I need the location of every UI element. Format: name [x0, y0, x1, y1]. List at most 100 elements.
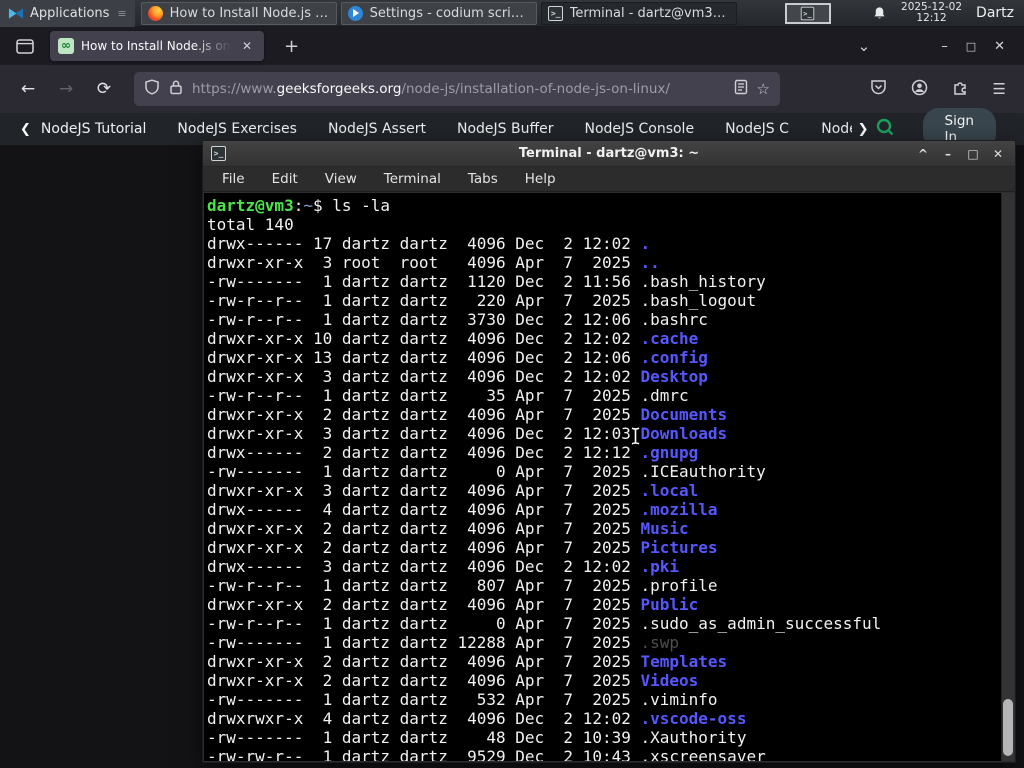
forward-button[interactable]: → — [50, 73, 82, 105]
codium-icon — [348, 5, 364, 21]
firefox-view-icon[interactable] — [10, 33, 40, 59]
terminal-line: drwxr-xr-x 2 dartz dartz 4096 Apr 7 2025… — [207, 671, 699, 690]
terminal-close-button[interactable]: ✕ — [989, 145, 1007, 163]
nav-link-nodejs-assert[interactable]: NodeJS Assert — [328, 121, 426, 137]
site-nav-links: NodeJS Tutorial NodeJS Exercises NodeJS As… — [41, 121, 790, 137]
terminal-line: -rw------- 1 dartz dartz 48 Dec 2 10:39 … — [207, 728, 747, 747]
terminal-window-icon: >_ — [211, 146, 226, 161]
terminal-line: drwxr-xr-x 2 dartz dartz 4096 Apr 7 2025… — [207, 519, 689, 538]
terminal-menu-bar: File Edit View Terminal Tabs Help — [203, 167, 1015, 192]
terminal-line: drwx------ 4 dartz dartz 4096 Apr 7 2025… — [207, 500, 718, 519]
distro-logo-icon — [8, 5, 24, 21]
hamburger-menu-icon[interactable]: ☰ — [993, 80, 1006, 98]
tab-close-icon[interactable]: ✕ — [238, 37, 256, 55]
firefox-tab-bar: ∞ How to Install Node.js on ✕ + ⌄ – □ ✕ — [0, 27, 1024, 65]
tracking-shield-icon[interactable] — [144, 79, 160, 99]
nav-link-nodejs-exercises[interactable]: NodeJS Exercises — [177, 121, 297, 137]
terminal-line: -rw------- 1 dartz dartz 0 Apr 7 2025 .I… — [207, 462, 766, 481]
terminal-line: drwxr-xr-x 2 dartz dartz 4096 Apr 7 2025… — [207, 405, 728, 424]
nav-link-nodejs-buffer[interactable]: NodeJS Buffer — [457, 121, 554, 137]
terminal-line: -rw-r--r-- 1 dartz dartz 3730 Dec 2 12:0… — [207, 310, 708, 329]
taskbar-button-codium[interactable]: Settings - codium script... — [340, 1, 537, 25]
desktop-panel: Applications ≡ How to Install Node.js o.… — [0, 0, 1024, 27]
terminal-body[interactable]: dartz@vm3:~$ ls -la total 140 drwx------ 1… — [204, 193, 1014, 761]
terminal-line: -rw------- 1 dartz dartz 532 Apr 7 2025 … — [207, 690, 718, 709]
terminal-screen[interactable]: dartz@vm3:~$ ls -la total 140 drwx------ 1… — [204, 193, 1001, 761]
terminal-line: drwxr-xr-x 2 dartz dartz 4096 Apr 7 2025… — [207, 652, 728, 671]
address-bar[interactable]: https://www.geeksforgeeks.org/node-js/in… — [134, 72, 780, 106]
terminal-scrollbar-thumb[interactable] — [1003, 699, 1013, 756]
nav-scroll-right-icon[interactable]: ❯ — [852, 122, 875, 137]
geeksforgeeks-favicon: ∞ — [58, 38, 74, 54]
terminal-line: drwxr-xr-x 3 dartz dartz 4096 Apr 7 2025… — [207, 481, 699, 500]
terminal-title-bar[interactable]: >_ Terminal - dartz@vm3: ~ ^ – □ ✕ — [203, 141, 1015, 167]
terminal-line: drwx------ 3 dartz dartz 4096 Dec 2 12:0… — [207, 557, 680, 576]
panel-username[interactable]: Dartz — [976, 5, 1014, 21]
pocket-icon[interactable] — [870, 79, 887, 99]
terminal-line: -rw-r--r-- 1 dartz dartz 35 Apr 7 2025 .… — [207, 386, 689, 405]
terminal-line: drwxr-xr-x 13 dartz dartz 4096 Dec 2 12:… — [207, 348, 708, 367]
lock-icon[interactable] — [169, 79, 183, 99]
panel-separator-icon: ≡ — [117, 6, 127, 20]
search-icon[interactable] — [875, 117, 895, 141]
browser-maximize-button[interactable]: □ — [957, 38, 985, 55]
applications-menu-button[interactable]: Applications ≡ — [0, 0, 135, 27]
terminal-line: drwxr-xr-x 3 root root 4096 Apr 7 2025 .… — [207, 253, 660, 272]
browser-close-button[interactable]: ✕ — [985, 37, 1014, 56]
terminal-line: drwxr-xr-x 3 dartz dartz 4096 Dec 2 12:0… — [207, 424, 728, 443]
panel-clock[interactable]: 2025-12-02 12:12 — [901, 2, 962, 24]
menu-item-tabs[interactable]: Tabs — [468, 171, 498, 187]
tab-title: How to Install Node.js on — [81, 39, 231, 53]
account-icon[interactable] — [911, 79, 928, 100]
applications-label: Applications — [30, 5, 110, 21]
browser-tab-active[interactable]: ∞ How to Install Node.js on ✕ — [50, 31, 264, 61]
terminal-line: drwx------ 17 dartz dartz 4096 Dec 2 12:… — [207, 234, 651, 253]
nav-link-nodejs-tutorial[interactable]: NodeJS Tutorial — [41, 121, 146, 137]
menu-item-help[interactable]: Help — [525, 171, 556, 187]
nav-scroll-left-icon[interactable]: ❮ — [14, 122, 37, 137]
terminal-line: -rw------- 1 dartz dartz 1120 Dec 2 11:5… — [207, 272, 766, 291]
notification-bell-icon[interactable] — [871, 5, 887, 21]
menu-item-terminal[interactable]: Terminal — [384, 171, 441, 187]
list-all-tabs-icon[interactable]: ⌄ — [858, 37, 871, 55]
terminal-line: -rw------- 1 dartz dartz 12288 Apr 7 202… — [207, 633, 680, 652]
terminal-line: drwxr-xr-x 3 dartz dartz 4096 Dec 2 12:0… — [207, 367, 708, 386]
menu-item-edit[interactable]: Edit — [272, 171, 298, 187]
terminal-window-title: Terminal - dartz@vm3: ~ — [518, 146, 700, 161]
terminal-window: >_ Terminal - dartz@vm3: ~ ^ – □ ✕ File E… — [202, 140, 1016, 763]
nav-link-nodejs-crypto[interactable]: NodeJS Crypto — [725, 121, 790, 137]
reader-mode-icon[interactable] — [734, 79, 748, 99]
menu-item-view[interactable]: View — [325, 171, 357, 187]
terminal-line: drwxrwxr-x 4 dartz dartz 4096 Dec 2 12:0… — [207, 709, 747, 728]
nav-link-truncated[interactable]: Node — [821, 121, 851, 137]
reload-button[interactable]: ⟳ — [88, 73, 120, 105]
url-text: https://www.geeksforgeeks.org/node-js/in… — [192, 81, 670, 97]
terminal-shade-button[interactable]: ^ — [914, 145, 932, 163]
taskbar-button-terminal[interactable]: >_ Terminal - dartz@vm3: ~ — [540, 1, 737, 25]
workspace-switcher[interactable]: >_ — [784, 2, 831, 24]
terminal-prompt-line: dartz@vm3:~$ ls -la — [207, 196, 391, 215]
terminal-minimize-button[interactable]: – — [939, 145, 957, 163]
terminal-line: drwx------ 2 dartz dartz 4096 Dec 2 12:1… — [207, 443, 699, 462]
terminal-scrollbar[interactable] — [1001, 193, 1014, 761]
terminal-line: -rw-rw-r-- 1 dartz dartz 9529 Dec 2 10:4… — [207, 747, 766, 761]
terminal-line: drwxr-xr-x 2 dartz dartz 4096 Apr 7 2025… — [207, 538, 718, 557]
terminal-line: -rw-r--r-- 1 dartz dartz 0 Apr 7 2025 .s… — [207, 614, 882, 633]
terminal-line: drwxr-xr-x 10 dartz dartz 4096 Dec 2 12:… — [207, 329, 699, 348]
firefox-icon — [148, 5, 164, 21]
taskbar: How to Install Node.js o... Settings - c… — [140, 1, 737, 25]
nav-link-nodejs-console[interactable]: NodeJS Console — [584, 121, 694, 137]
firefox-nav-toolbar: ← → ⟳ https://www.geeksforgeeks.org/node… — [0, 65, 1024, 113]
workspace-window-icon: >_ — [800, 6, 815, 20]
browser-minimize-button[interactable]: – — [932, 37, 957, 56]
terminal-icon: >_ — [548, 5, 564, 21]
new-tab-button[interactable]: + — [276, 36, 307, 57]
terminal-maximize-button[interactable]: □ — [964, 145, 982, 163]
bookmark-star-icon[interactable]: ☆ — [757, 80, 770, 98]
terminal-line: -rw-r--r-- 1 dartz dartz 807 Apr 7 2025 … — [207, 576, 718, 595]
taskbar-button-firefox[interactable]: How to Install Node.js o... — [140, 1, 337, 25]
terminal-line: drwxr-xr-x 2 dartz dartz 4096 Apr 7 2025… — [207, 595, 699, 614]
back-button[interactable]: ← — [12, 73, 44, 105]
extensions-icon[interactable] — [952, 79, 969, 100]
menu-item-file[interactable]: File — [222, 171, 245, 187]
